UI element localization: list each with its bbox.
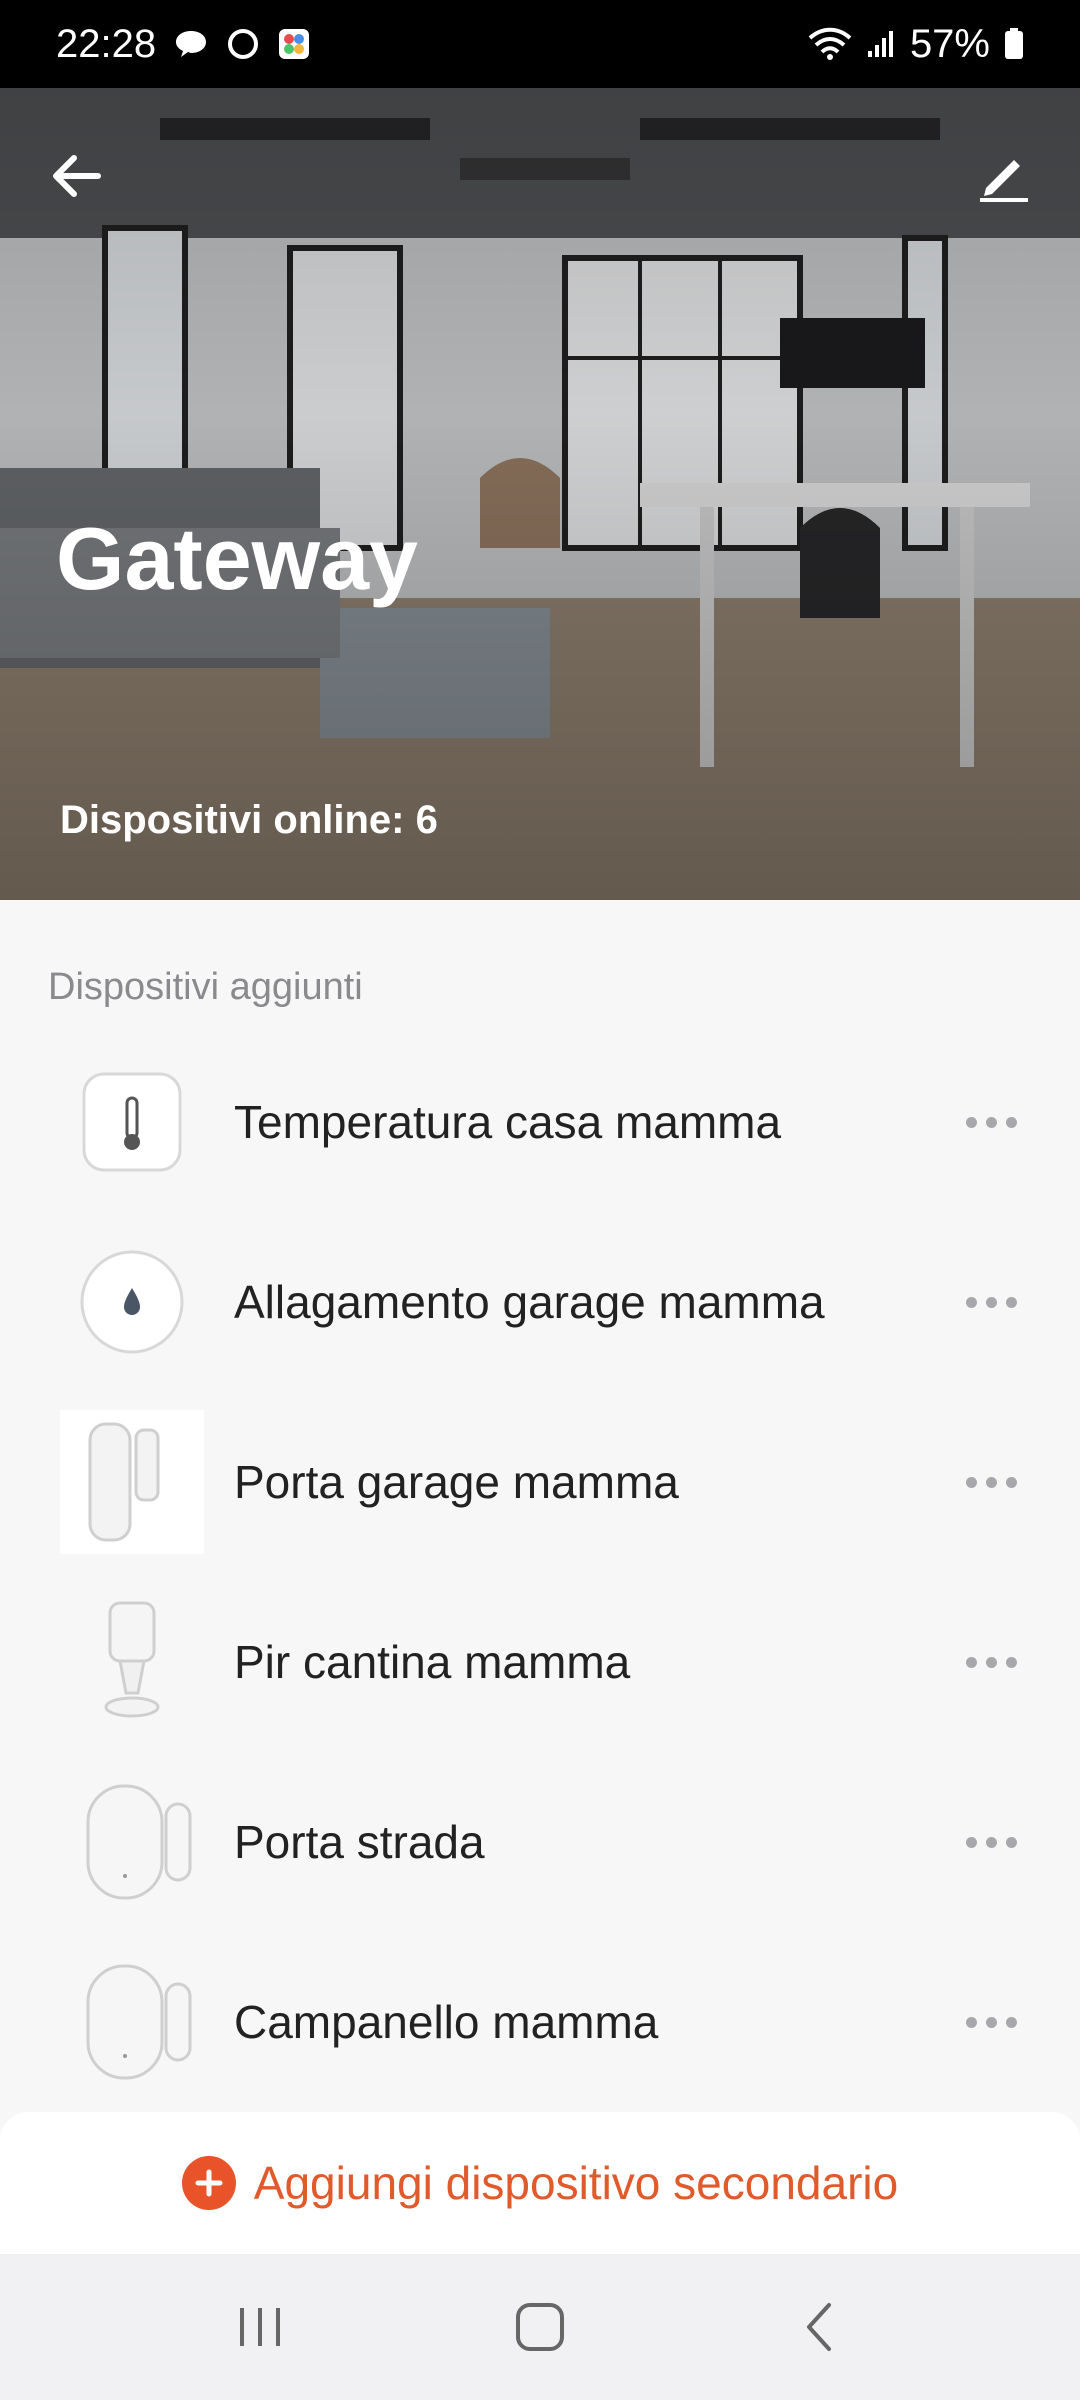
nav-back-button[interactable] bbox=[760, 2277, 880, 2377]
signal-icon bbox=[866, 29, 896, 59]
motion-sensor-icon bbox=[60, 1590, 204, 1734]
more-options-button[interactable] bbox=[946, 1812, 1036, 1872]
section-title: Dispositivi aggiunti bbox=[48, 966, 363, 1008]
door-window-sensor-icon bbox=[60, 1950, 204, 2094]
circle-notification-icon bbox=[226, 27, 260, 61]
battery-icon bbox=[1004, 28, 1024, 60]
back-icon bbox=[807, 2303, 831, 2351]
online-devices-count: Dispositivi online: 6 bbox=[60, 798, 438, 842]
pencil-icon bbox=[980, 160, 1028, 202]
add-secondary-device-label: Aggiungi dispositivo secondario bbox=[253, 2157, 899, 2209]
more-options-button[interactable] bbox=[946, 1992, 1036, 2052]
device-name: Allagamento garage mamma bbox=[234, 1276, 825, 1328]
home-button[interactable] bbox=[480, 2277, 600, 2377]
device-name: Porta strada bbox=[234, 1816, 485, 1868]
plus-circle-icon bbox=[181, 2156, 236, 2210]
hero-overlay bbox=[0, 88, 1080, 900]
more-options-button[interactable] bbox=[946, 1272, 1036, 1332]
device-name: Pir cantina mamma bbox=[234, 1636, 631, 1688]
more-options-button[interactable] bbox=[946, 1092, 1036, 1152]
thermometer-sensor-icon bbox=[60, 1050, 204, 1194]
device-row[interactable]: Porta strada bbox=[0, 1752, 1080, 1932]
device-name: Temperatura casa mamma bbox=[234, 1096, 782, 1148]
status-time: 22:28 bbox=[56, 21, 157, 66]
chat-icon bbox=[174, 29, 208, 59]
system-nav-bar bbox=[0, 2254, 1080, 2400]
status-bar: 22:28 57% bbox=[0, 0, 1080, 88]
device-name: Porta garage mamma bbox=[234, 1456, 679, 1508]
recent-apps-icon bbox=[240, 2308, 280, 2346]
wifi-icon bbox=[808, 27, 852, 61]
more-options-button[interactable] bbox=[946, 1452, 1036, 1512]
back-arrow-icon bbox=[53, 155, 101, 197]
device-row[interactable]: Campanello mamma bbox=[0, 1932, 1080, 2112]
battery-percent: 57% bbox=[909, 21, 990, 66]
back-button[interactable] bbox=[40, 140, 112, 212]
home-icon bbox=[516, 2303, 564, 2351]
device-list: Temperatura casa mamma Allagamento garag… bbox=[0, 1032, 1080, 2112]
page-title: Gateway bbox=[56, 509, 418, 608]
device-row[interactable]: Temperatura casa mamma bbox=[0, 1032, 1080, 1212]
device-name: Campanello mamma bbox=[234, 1996, 659, 2048]
device-row[interactable]: Porta garage mamma bbox=[0, 1392, 1080, 1572]
door-sensor-icon bbox=[60, 1410, 204, 1554]
door-window-sensor-icon bbox=[60, 1770, 204, 1914]
water-leak-sensor-icon bbox=[60, 1230, 204, 1374]
hero-banner: Gateway Dispositivi online: 6 bbox=[0, 88, 1080, 900]
add-secondary-device-button[interactable]: Aggiungi dispositivo secondario bbox=[0, 2112, 1080, 2254]
edit-button[interactable] bbox=[968, 140, 1040, 212]
photos-icon bbox=[278, 28, 310, 60]
recent-apps-button[interactable] bbox=[200, 2277, 320, 2377]
more-options-button[interactable] bbox=[946, 1632, 1036, 1692]
device-row[interactable]: Pir cantina mamma bbox=[0, 1572, 1080, 1752]
device-row[interactable]: Allagamento garage mamma bbox=[0, 1212, 1080, 1392]
